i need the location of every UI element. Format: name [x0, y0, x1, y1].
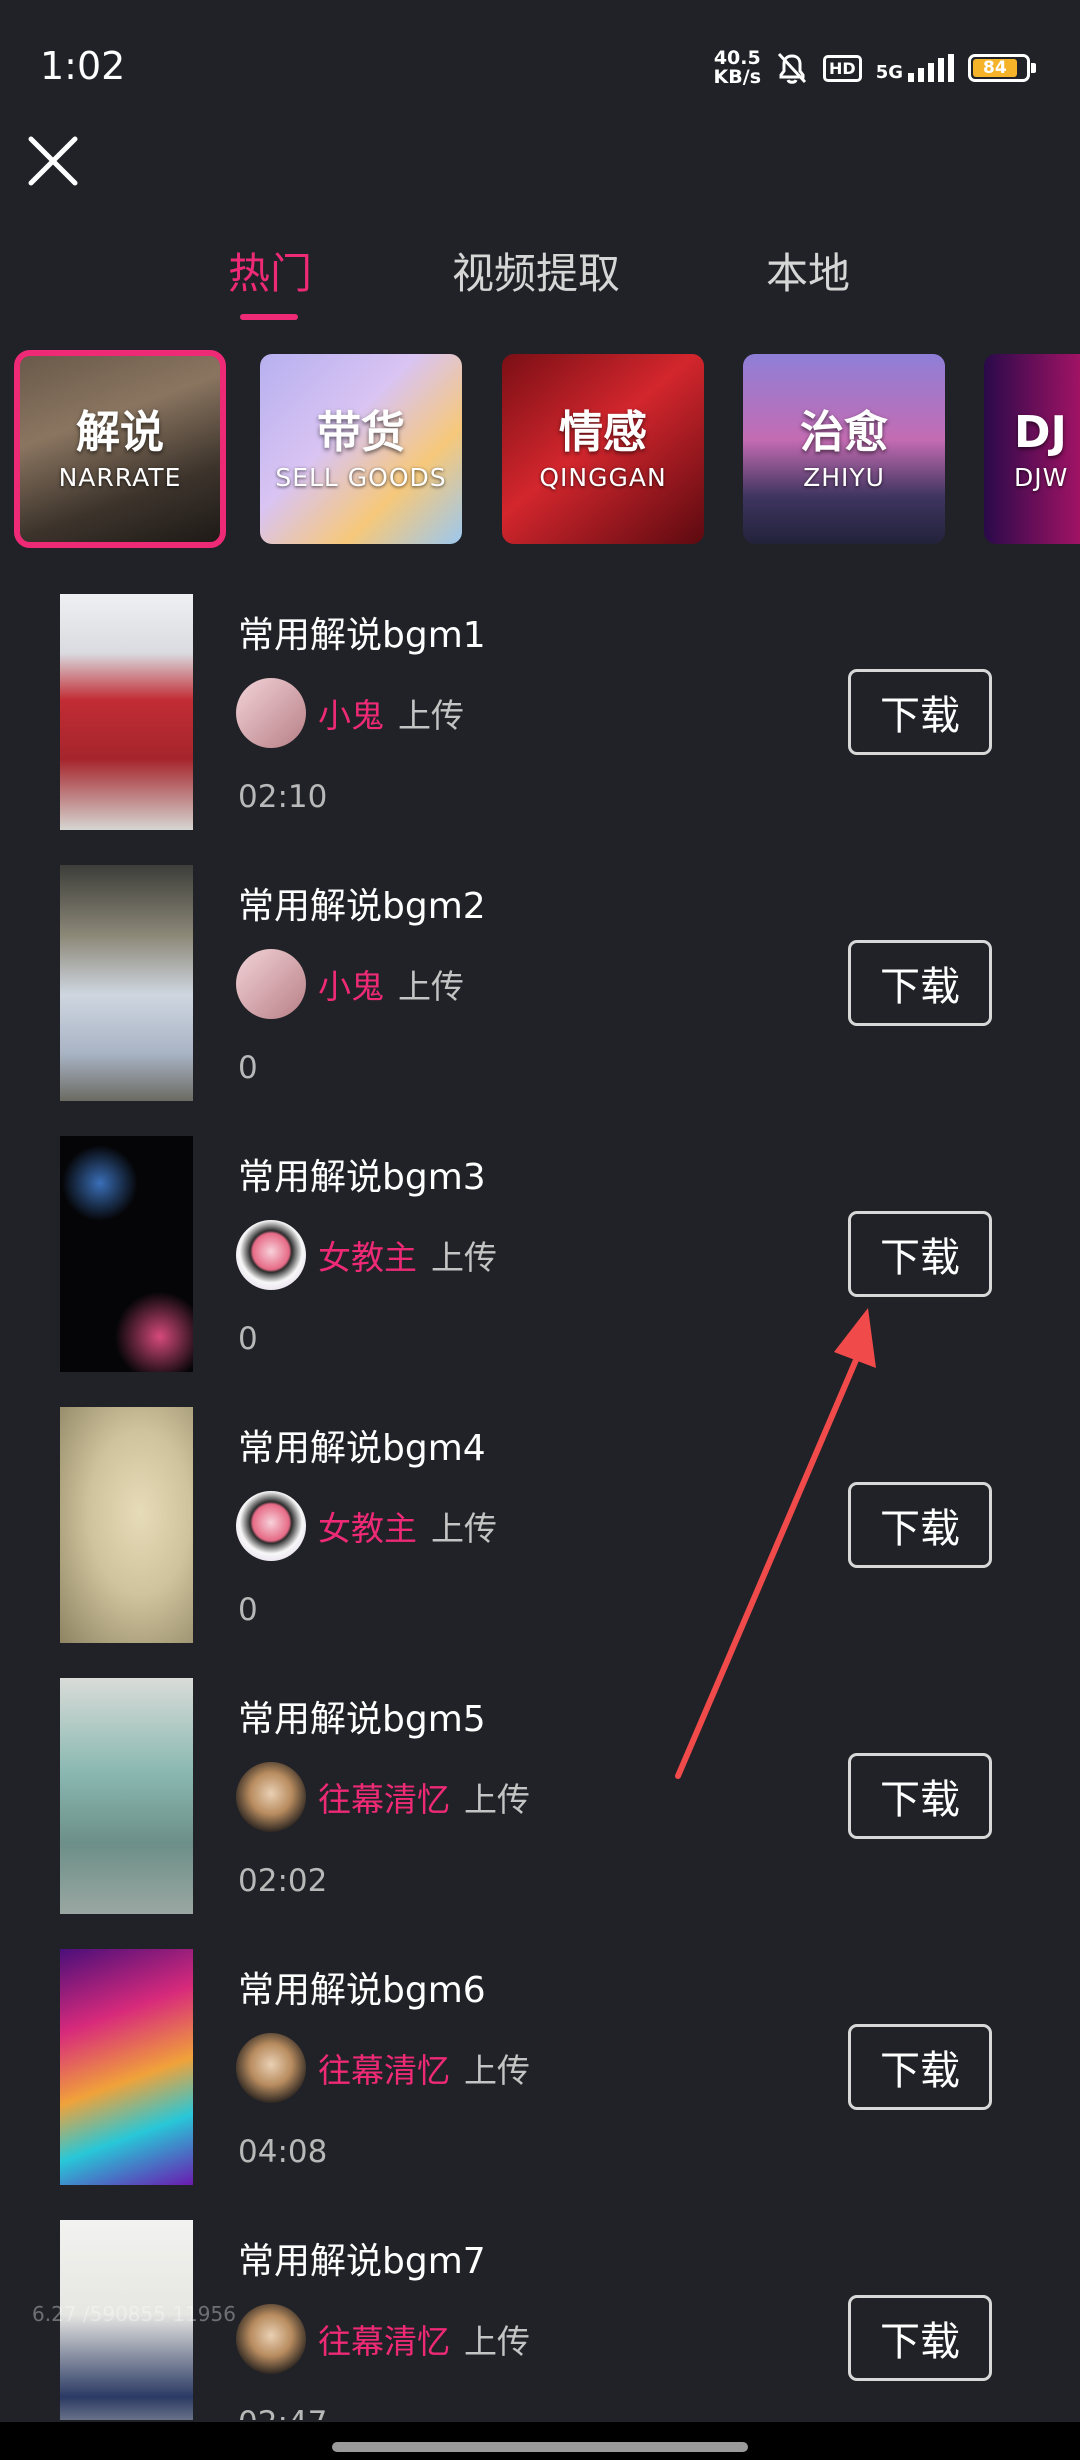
uploader-info: 小鬼 上传: [236, 949, 464, 1019]
download-button[interactable]: 下载: [848, 669, 992, 755]
track-title: 常用解说bgm2: [238, 886, 486, 927]
list-item[interactable]: 常用解说bgm5 往幕清忆 上传 02:02 下载: [0, 1678, 1080, 1914]
track-duration: 0: [238, 1321, 258, 1357]
category-card-qinggan[interactable]: 情感 QINGGAN: [502, 354, 704, 544]
watermark-text: 6.27 /590855 11956: [32, 2302, 236, 2326]
avatar[interactable]: [236, 949, 306, 1019]
uploader-name[interactable]: 往幕清忆: [318, 1773, 450, 1821]
cover-thumbnail[interactable]: [60, 1949, 193, 2185]
download-button[interactable]: 下载: [848, 1211, 992, 1297]
download-button[interactable]: 下载: [848, 1753, 992, 1839]
network-speed-unit: KB/s: [713, 66, 762, 88]
list-item[interactable]: 常用解说bgm4 女教主 上传 0 下载: [0, 1407, 1080, 1643]
active-tab-indicator: [240, 314, 298, 320]
track-title: 常用解说bgm6: [238, 1970, 486, 2011]
status-bar: 1:02 40.5 KB/s HD 5G 84: [0, 0, 1080, 140]
track-title: 常用解说bgm5: [238, 1699, 486, 1740]
category-card-narrate[interactable]: 解说 NARRATE: [14, 350, 226, 548]
category-carousel[interactable]: 解说 NARRATE 带货 SELL GOODS 情感 QINGGAN 治愈 Z…: [14, 350, 1080, 550]
track-title: 常用解说bgm3: [238, 1157, 486, 1198]
download-button[interactable]: 下载: [848, 940, 992, 1026]
category-title: 治愈: [800, 406, 888, 458]
battery-icon: 84: [968, 54, 1036, 82]
list-item[interactable]: 常用解说bgm6 往幕清忆 上传 04:08 下载: [0, 1949, 1080, 2185]
list-item[interactable]: 常用解说bgm2 小鬼 上传 0 下载: [0, 865, 1080, 1101]
upload-label: 上传: [464, 2322, 530, 2361]
uploader-info: 小鬼 上传: [236, 678, 464, 748]
category-subtitle: SELL GOODS: [275, 462, 447, 492]
list-item[interactable]: 常用解说bgm1 小鬼 上传 02:10 下载: [0, 594, 1080, 830]
tab-bar: 热门 视频提取 本地: [0, 240, 1080, 320]
download-button[interactable]: 下载: [848, 2024, 992, 2110]
upload-label: 上传: [398, 696, 464, 735]
avatar[interactable]: [236, 1220, 306, 1290]
track-title: 常用解说bgm7: [238, 2241, 486, 2282]
category-subtitle: DJW: [1014, 462, 1069, 492]
uploader-name[interactable]: 往幕清忆: [318, 2044, 450, 2092]
status-time: 1:02: [40, 44, 126, 88]
track-duration: 04:08: [238, 2134, 328, 2170]
hd-badge: HD: [823, 54, 862, 82]
category-title: 情感: [559, 406, 647, 458]
uploader-name[interactable]: 女教主: [318, 1231, 417, 1279]
tab-video-extract[interactable]: 视频提取: [452, 240, 620, 301]
navigation-bar: [0, 2422, 1080, 2460]
avatar[interactable]: [236, 2033, 306, 2103]
cover-thumbnail[interactable]: [60, 1678, 193, 1914]
list-item[interactable]: 常用解说bgm3 女教主 上传 0 下载: [0, 1136, 1080, 1372]
track-title: 常用解说bgm1: [238, 615, 486, 656]
bell-off-icon: [775, 50, 809, 86]
category-subtitle: ZHIYU: [803, 462, 885, 492]
track-duration: 02:10: [238, 779, 328, 815]
uploader-info: 女教主 上传: [236, 1491, 497, 1561]
category-subtitle: NARRATE: [58, 462, 182, 492]
network-type: 5G: [875, 62, 903, 83]
uploader-info: 往幕清忆 上传: [236, 2304, 530, 2374]
cover-thumbnail[interactable]: [60, 594, 193, 830]
status-icons: 40.5 KB/s HD 5G 84: [714, 44, 1036, 92]
category-card-dj[interactable]: DJ DJW: [984, 354, 1080, 544]
download-button[interactable]: 下载: [848, 1482, 992, 1568]
uploader-info: 往幕清忆 上传: [236, 2033, 530, 2103]
track-duration: 02:47: [238, 2405, 327, 2420]
track-duration: 0: [238, 1050, 258, 1086]
uploader-name[interactable]: 女教主: [318, 1502, 417, 1550]
tab-local[interactable]: 本地: [766, 240, 850, 301]
signal-icon: 5G: [876, 54, 954, 82]
upload-label: 上传: [398, 967, 464, 1006]
close-icon: [28, 136, 78, 186]
avatar[interactable]: [236, 1762, 306, 1832]
upload-label: 上传: [464, 1780, 530, 1819]
category-title: 带货: [317, 406, 405, 458]
uploader-name[interactable]: 往幕清忆: [318, 2315, 450, 2363]
battery-level: 84: [973, 58, 1017, 78]
upload-label: 上传: [464, 2051, 530, 2090]
tab-hot[interactable]: 热门: [228, 240, 312, 301]
category-title: DJ: [1014, 406, 1067, 458]
uploader-info: 往幕清忆 上传: [236, 1762, 530, 1832]
home-indicator[interactable]: [332, 2442, 748, 2452]
track-duration: 02:02: [238, 1863, 328, 1899]
network-speed: 40.5 KB/s: [714, 49, 761, 87]
avatar[interactable]: [236, 678, 306, 748]
upload-label: 上传: [431, 1509, 497, 1548]
upload-label: 上传: [431, 1238, 497, 1277]
cover-thumbnail[interactable]: [60, 1407, 193, 1643]
avatar[interactable]: [236, 1491, 306, 1561]
category-subtitle: QINGGAN: [539, 462, 667, 492]
download-button[interactable]: 下载: [848, 2295, 992, 2381]
track-title: 常用解说bgm4: [238, 1428, 486, 1469]
category-card-zhiyu[interactable]: 治愈 ZHIYU: [743, 354, 945, 544]
close-button[interactable]: [22, 130, 84, 192]
cover-thumbnail[interactable]: [60, 1136, 193, 1372]
uploader-name[interactable]: 小鬼: [318, 689, 384, 737]
cover-thumbnail[interactable]: [60, 865, 193, 1101]
avatar[interactable]: [236, 2304, 306, 2374]
track-duration: 0: [238, 1592, 258, 1628]
uploader-info: 女教主 上传: [236, 1220, 497, 1290]
category-card-sell-goods[interactable]: 带货 SELL GOODS: [260, 354, 462, 544]
uploader-name[interactable]: 小鬼: [318, 960, 384, 1008]
category-title: 解说: [76, 406, 164, 458]
